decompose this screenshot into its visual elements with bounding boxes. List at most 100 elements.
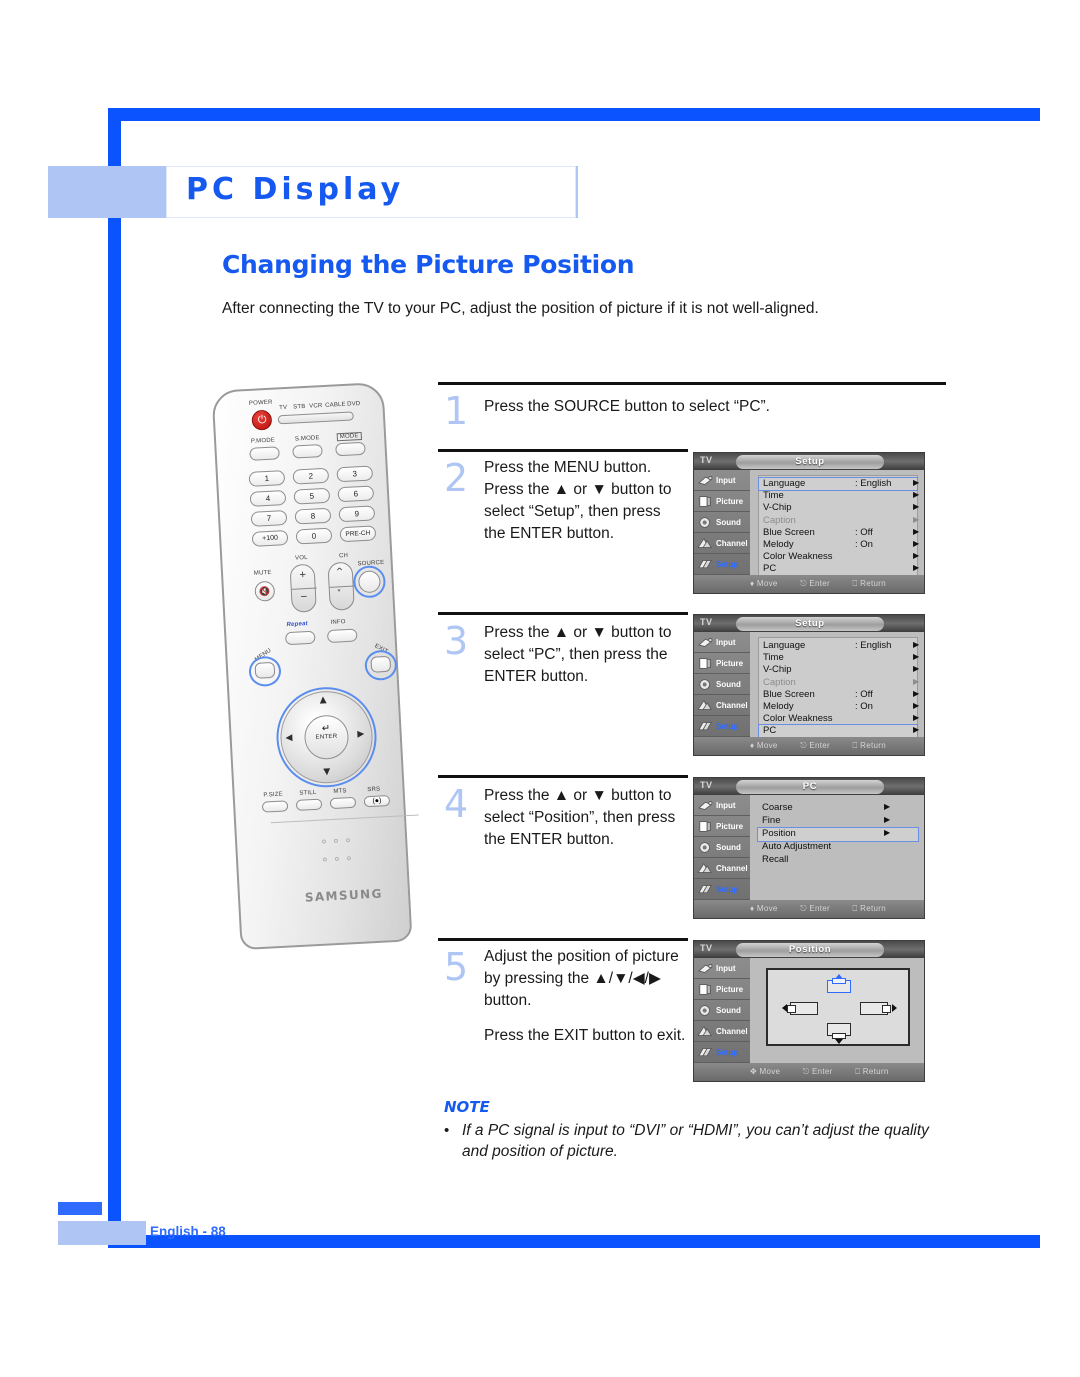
sidebar-item-setup[interactable]: Setup (694, 1042, 750, 1063)
footer-accent-dark (58, 1202, 102, 1215)
osd-row[interactable]: Melody: On ▶ (759, 539, 919, 551)
num-1-button[interactable]: 1 (248, 470, 286, 487)
sidebar-item-picture[interactable]: Picture (694, 816, 750, 837)
mts-button[interactable] (329, 796, 357, 810)
osd-row[interactable]: Language: English ▶ (759, 640, 919, 652)
osd-pc-menu: TV PC Input Picture Sound Channel Setup (693, 777, 925, 919)
chevron-right-icon: ▶ (913, 688, 920, 698)
osd-row[interactable]: PC ▶ (758, 724, 919, 739)
chevron-right-icon: ▶ (884, 828, 891, 837)
sidebar-item-sound[interactable]: Sound (694, 512, 750, 533)
osd-row[interactable]: Blue Screen: Off ▶ (759, 527, 919, 539)
sidebar-item-sound[interactable]: Sound (694, 674, 750, 695)
step-2-rule (438, 449, 688, 452)
sidebar-item-picture[interactable]: Picture (694, 979, 750, 1000)
sidebar-item-setup[interactable]: Setup (694, 879, 750, 900)
num-5-button[interactable]: 5 (293, 487, 331, 505)
sidebar-item-input[interactable]: Input (694, 632, 750, 653)
srs-label: SRS (367, 786, 381, 794)
sidebar-item-setup[interactable]: Setup (694, 554, 750, 575)
osd-row[interactable]: Coarse ▶ (758, 802, 918, 815)
chevron-right-icon: ▶ (913, 700, 920, 710)
ch-label: CH (338, 552, 349, 560)
nav-right-icon: ▶ (357, 729, 365, 740)
note-text: If a PC signal is input to “DVI” or “HDM… (462, 1122, 929, 1161)
enter-button-label: ENTER (315, 733, 338, 741)
osd-rows: Language: English ▶ Time ▶ V-Chip ▶ Caption… (758, 475, 920, 579)
sidebar-item-channel[interactable]: Channel (694, 858, 750, 879)
note-bullet-icon: • (444, 1122, 450, 1139)
sidebar-item-picture[interactable]: Picture (694, 491, 750, 512)
osd-row[interactable]: Language: English ▶ (758, 476, 919, 492)
device-selector-bar[interactable] (277, 411, 354, 425)
sidebar-item-picture[interactable]: Picture (694, 653, 750, 674)
osd-row[interactable]: Caption ▶ (759, 677, 919, 689)
volume-down-icon: − (299, 592, 308, 603)
osd-row[interactable]: Color Weakness ▶ (759, 551, 919, 563)
osd-enter-hint: ⎋ Enter (800, 741, 830, 750)
srs-button[interactable]: (●) (363, 794, 391, 808)
step-3-line-2: select “PC”, then press the (484, 646, 668, 663)
osd-row[interactable]: Blue Screen: Off ▶ (759, 688, 920, 701)
osd-body: Language: English ▶ Time ▶ V-Chip ▶ Caption… (750, 470, 924, 579)
plus100-button[interactable]: +100 (251, 529, 289, 547)
chevron-right-icon: ▶ (913, 514, 920, 524)
repeat-button[interactable] (284, 630, 316, 646)
position-adjust-diagram[interactable] (766, 968, 910, 1046)
smode-button[interactable] (292, 444, 323, 459)
osd-row[interactable]: Time ▶ (759, 652, 919, 664)
osd-row[interactable]: Position ▶ (757, 827, 919, 842)
pmode-button[interactable] (249, 446, 280, 461)
num-3-button[interactable]: 3 (336, 465, 374, 483)
osd-sidebar: Input Picture Sound Channel Setup (694, 632, 750, 739)
num-9-button[interactable]: 9 (338, 505, 376, 523)
sidebar-item-channel[interactable]: Channel (694, 1021, 750, 1042)
channel-icon (697, 1025, 712, 1036)
osd-row[interactable]: Auto Adjustment (758, 841, 918, 854)
osd-row[interactable]: Color Weakness ▶ (759, 713, 919, 725)
osd-row[interactable]: V-Chip ▶ (759, 664, 919, 676)
sidebar-item-sound[interactable]: Sound (694, 1000, 750, 1021)
input-icon (698, 964, 713, 974)
osd-row[interactable]: Caption ▶ (759, 514, 920, 527)
step-5-exit-text: Press the EXIT button to exit. (484, 1027, 686, 1044)
section-heading: Changing the Picture Position (222, 250, 635, 279)
osd-position-menu: TV Position Input Picture Sound Channel … (693, 940, 925, 1082)
psize-button[interactable] (261, 800, 289, 813)
input-icon (698, 476, 713, 486)
sidebar-item-channel[interactable]: Channel (694, 695, 750, 716)
power-icon: ⏻ (257, 412, 267, 427)
sidebar-item-sound[interactable]: Sound (694, 837, 750, 858)
num-4-button[interactable]: 4 (249, 490, 287, 507)
sidebar-item-input[interactable]: Input (694, 958, 750, 979)
power-button[interactable]: ⏻ (251, 409, 273, 431)
position-down-arrow-icon (835, 1039, 843, 1044)
nav-left-icon: ◀ (285, 733, 293, 744)
osd-row[interactable]: Recall (758, 854, 918, 867)
osd-row[interactable]: PC ▶ (759, 563, 919, 575)
osd-row[interactable]: Melody: On ▶ (759, 700, 920, 713)
osd-rows: Coarse ▶ Fine ▶ Position ▶ Auto Adjustment … (757, 802, 919, 867)
menu-highlight-ring (248, 655, 282, 688)
manual-page: PC Display Changing the Picture Position… (0, 0, 1080, 1377)
still-button[interactable] (295, 798, 323, 811)
mode-button[interactable] (335, 441, 366, 457)
prech-button[interactable]: PRE-CH (339, 525, 377, 543)
sidebar-item-channel[interactable]: Channel (694, 533, 750, 554)
osd-row[interactable]: Fine ▶ (758, 815, 918, 828)
osd-row[interactable]: Time ▶ (759, 490, 919, 502)
info-button[interactable] (326, 628, 358, 644)
step-5-number: 5 (444, 945, 469, 989)
num-7-button[interactable]: 7 (250, 509, 288, 527)
osd-move-hint: ♦ Move (750, 579, 778, 588)
sidebar-item-input[interactable]: Input (694, 795, 750, 816)
osd-row[interactable]: V-Chip ▶ (759, 502, 919, 514)
sidebar-item-setup[interactable]: Setup (694, 716, 750, 737)
num-0-button[interactable]: 0 (295, 527, 333, 545)
num-6-button[interactable]: 6 (337, 485, 375, 503)
sound-icon (699, 679, 710, 690)
sidebar-item-input[interactable]: Input (694, 470, 750, 491)
num-8-button[interactable]: 8 (294, 507, 332, 525)
num-2-button[interactable]: 2 (292, 467, 330, 485)
page-frame-top (108, 108, 1040, 121)
